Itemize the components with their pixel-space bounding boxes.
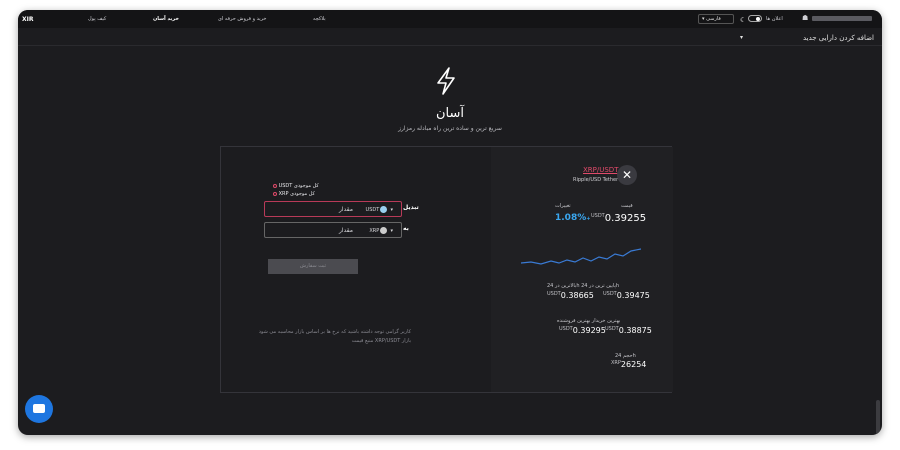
change-label: تغییرات	[555, 203, 571, 209]
chat-bubble-icon	[33, 404, 45, 413]
convert-to-field[interactable]: مقدار XRP ▾	[264, 222, 402, 238]
pair-name: Ripple/USD Tether	[573, 177, 619, 183]
volume-label: حجم 24h	[615, 353, 636, 359]
logo: XIR	[22, 16, 34, 23]
xrp-icon	[380, 227, 388, 234]
add-asset-dropdown[interactable]: اضافه کردن دارایی جدید	[803, 34, 874, 42]
note-line-1: کاربر گرامی توجه داشته باشید که نرخ ها ب…	[258, 329, 411, 335]
price-label: قیمت	[621, 203, 633, 209]
market-info: XRP/USDT Ripple/USD Tether ✕ تغییرات قیم…	[491, 147, 673, 392]
volume-value: XRP26254	[611, 360, 647, 369]
option-usdt-balance[interactable]: USDT کل موجودی	[273, 183, 319, 189]
price-value: USDT0.39255	[591, 213, 647, 224]
pair-link[interactable]: XRP/USDT	[583, 166, 618, 174]
language-select[interactable]: ▾ فارسی	[698, 14, 734, 24]
best-buyer-value: USDT0.39295	[559, 326, 606, 335]
from-currency-select[interactable]: USDT ▾	[366, 206, 393, 213]
low-value: USDT0.38665	[547, 291, 594, 300]
theme-toggle[interactable]	[748, 15, 762, 22]
announcements-link[interactable]: اعلان ها	[766, 16, 783, 22]
convert-label: تبدیل	[403, 204, 419, 211]
best-seller-value: USDT0.38875	[605, 326, 652, 335]
to-currency-select[interactable]: XRP ▾	[369, 227, 393, 234]
high-value: USDT0.39475	[603, 291, 650, 300]
chevron-down-icon: ▾	[702, 16, 705, 22]
user-icon[interactable]: ☗	[802, 14, 808, 22]
submit-order-button[interactable]: ثبت سفارش	[268, 259, 358, 274]
page-title: آسان	[435, 106, 464, 121]
usdt-icon	[380, 206, 388, 213]
nav-blog[interactable]: بلاکچه	[313, 16, 326, 22]
page-subtitle: سریع ترین و ساده ترین راه مبادله رمزارز	[398, 125, 502, 132]
exchange-panel: XRP/USDT Ripple/USD Tether ✕ تغییرات قیم…	[220, 146, 673, 393]
chat-button[interactable]	[25, 395, 53, 423]
price-change: 1.08%+	[555, 213, 591, 223]
option-xrp-balance[interactable]: XRP کل موجودی	[273, 191, 315, 197]
top-navigation-bar: XIR کیف پول خرید آسان خرید و فروش حرفه ا…	[18, 10, 882, 28]
amount-placeholder: مقدار	[339, 206, 353, 213]
note-line-2: منبع قیمت XRP/USDT بازار	[351, 338, 411, 344]
to-label: به	[403, 225, 409, 232]
language-label: فارسی	[706, 16, 721, 22]
nav-wallet[interactable]: کیف پول	[88, 16, 106, 22]
asset-bar	[18, 28, 882, 46]
range-label: بالاترین در 24h پایین ترین در 24h	[547, 283, 620, 289]
moon-icon: ☾	[740, 16, 747, 24]
user-email-field[interactable]	[812, 16, 872, 21]
app-window: XIR کیف پول خرید آسان خرید و فروش حرفه ا…	[18, 10, 882, 435]
amount-placeholder: مقدار	[339, 227, 353, 234]
radio-icon	[273, 191, 277, 196]
lightning-icon	[437, 67, 455, 95]
nav-pro-trade[interactable]: خرید و فروش حرفه ای	[218, 16, 267, 22]
nav-easy-buy[interactable]: خرید آسان	[153, 16, 179, 22]
radio-icon	[273, 183, 277, 188]
scrollbar[interactable]	[876, 400, 880, 435]
close-icon[interactable]: ✕	[617, 165, 637, 185]
convert-from-field[interactable]: مقدار USDT ▾	[264, 201, 402, 217]
chevron-down-icon[interactable]: ▾	[740, 34, 743, 41]
price-sparkline	[521, 248, 641, 265]
best-label: بهترین خریدار بهترین فروشنده	[557, 318, 621, 324]
